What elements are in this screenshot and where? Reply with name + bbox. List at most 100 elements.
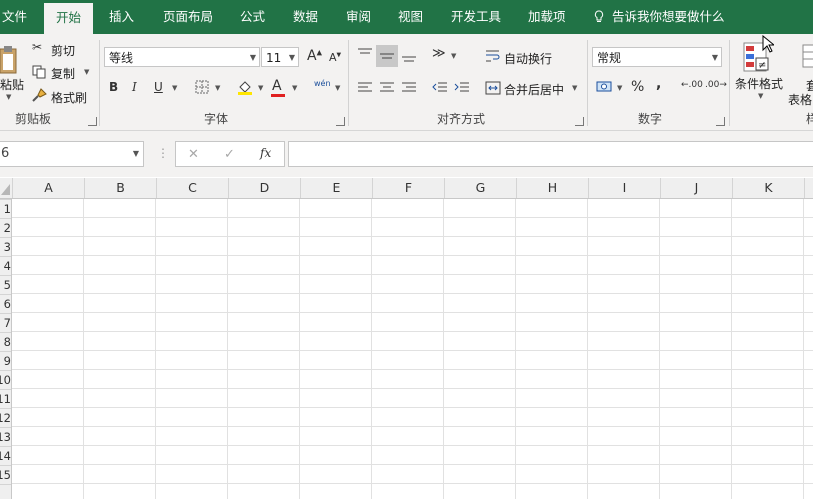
merge-center-button[interactable]: 合并后居中: [504, 81, 564, 98]
accounting-format-icon[interactable]: [596, 80, 612, 94]
row-header[interactable]: 5: [0, 275, 11, 294]
tell-me-search[interactable]: 告诉我你想要做什么: [594, 0, 725, 34]
italic-button[interactable]: I: [132, 81, 137, 93]
row-header[interactable]: 7: [0, 313, 11, 332]
paste-dropdown-icon[interactable]: ▼: [6, 94, 11, 101]
cut-button[interactable]: 剪切: [51, 42, 75, 59]
tab-home[interactable]: 开始: [44, 3, 94, 34]
column-header-e[interactable]: E: [300, 178, 372, 198]
percent-button[interactable]: %: [631, 80, 644, 94]
column-header-c[interactable]: C: [156, 178, 228, 198]
column-header-g[interactable]: G: [444, 178, 516, 198]
increase-decimal-button[interactable]: ←.00: [681, 81, 703, 90]
tab-file[interactable]: 文件: [2, 0, 27, 34]
shrink-font-button[interactable]: A▼: [329, 52, 341, 63]
grow-font-button[interactable]: A▲: [307, 49, 322, 63]
borders-icon[interactable]: [195, 80, 209, 94]
bold-button[interactable]: B: [109, 81, 118, 93]
number-launcher-icon[interactable]: [716, 117, 725, 126]
row-header[interactable]: 3: [0, 237, 11, 256]
wrap-text-button[interactable]: 自动换行: [504, 50, 552, 67]
cell-grid[interactable]: [12, 199, 813, 499]
orientation-icon[interactable]: ≫: [432, 47, 446, 60]
select-all-button[interactable]: [0, 178, 12, 198]
enter-icon[interactable]: ✓: [224, 148, 235, 161]
row-header[interactable]: [0, 484, 11, 499]
copy-dropdown-icon[interactable]: ▼: [84, 69, 89, 76]
accounting-dropdown-icon[interactable]: ▼: [617, 85, 622, 92]
conditional-formatting-button[interactable]: ≠ 条件格式 ▼: [735, 40, 787, 110]
row-header[interactable]: 13: [0, 427, 11, 446]
tab-developer[interactable]: 开发工具: [451, 0, 501, 34]
align-bottom-icon[interactable]: [401, 49, 417, 63]
row-header[interactable]: 12: [0, 408, 11, 427]
column-header-a[interactable]: A: [12, 178, 84, 198]
font-color-dropdown-icon[interactable]: ▼: [292, 85, 297, 92]
merge-dropdown-icon[interactable]: ▼: [572, 85, 577, 92]
comma-style-button[interactable]: ,: [656, 77, 661, 91]
font-size-select[interactable]: 11 ▼: [261, 47, 299, 67]
align-left-icon[interactable]: [357, 81, 373, 95]
align-center-icon[interactable]: [379, 81, 395, 95]
tab-formulas[interactable]: 公式: [240, 0, 265, 34]
scissors-icon: ✂: [32, 40, 43, 54]
column-header-k[interactable]: K: [732, 178, 804, 198]
fill-color-dropdown-icon[interactable]: ▼: [258, 85, 263, 92]
format-painter-button[interactable]: 格式刷: [51, 89, 87, 106]
row-header[interactable]: 14: [0, 446, 11, 465]
row-header[interactable]: 11: [0, 389, 11, 408]
fill-color-icon[interactable]: [237, 79, 253, 95]
increase-indent-icon[interactable]: [454, 81, 470, 95]
more-options-icon[interactable]: ⋮: [157, 147, 169, 159]
column-header-f[interactable]: F: [372, 178, 444, 198]
align-right-icon[interactable]: [401, 81, 417, 95]
alignment-launcher-icon[interactable]: [575, 117, 584, 126]
phonetic-button[interactable]: wén: [314, 80, 331, 88]
format-painter-icon: [32, 88, 47, 102]
cancel-icon[interactable]: ✕: [188, 148, 199, 161]
paste-button[interactable]: 粘贴 ▼: [0, 40, 24, 102]
column-header-partial[interactable]: [804, 178, 813, 198]
format-as-table-bottom: 表格: [788, 93, 813, 107]
borders-dropdown-icon[interactable]: ▼: [215, 85, 220, 92]
row-header[interactable]: 4: [0, 256, 11, 275]
copy-button[interactable]: 复制: [51, 65, 75, 82]
conditional-dropdown-icon[interactable]: ▼: [758, 93, 763, 100]
row-header[interactable]: 6: [0, 294, 11, 313]
tab-addins[interactable]: 加载项: [528, 0, 566, 34]
row-header[interactable]: 1: [0, 199, 11, 218]
tab-insert[interactable]: 插入: [109, 0, 134, 34]
chevron-down-icon[interactable]: ▼: [133, 142, 139, 166]
name-box[interactable]: 6 ▼: [0, 141, 144, 167]
underline-dropdown-icon[interactable]: ▼: [172, 85, 177, 92]
tab-view[interactable]: 视图: [398, 0, 423, 34]
insert-function-icon[interactable]: fx: [260, 147, 271, 159]
column-header-h[interactable]: H: [516, 178, 588, 198]
font-launcher-icon[interactable]: [336, 117, 345, 126]
row-header[interactable]: 8: [0, 332, 11, 351]
decrease-decimal-button[interactable]: .00→: [705, 81, 727, 90]
underline-button[interactable]: U: [154, 81, 163, 93]
tab-review[interactable]: 审阅: [346, 0, 371, 34]
formula-input[interactable]: [288, 141, 813, 167]
decrease-indent-icon[interactable]: [432, 81, 448, 95]
column-header-j[interactable]: J: [660, 178, 732, 198]
number-format-select[interactable]: 常规 ▼: [592, 47, 722, 67]
column-header-b[interactable]: B: [84, 178, 156, 198]
orientation-dropdown-icon[interactable]: ▼: [451, 53, 456, 60]
row-header[interactable]: 2: [0, 218, 11, 237]
font-name-select[interactable]: 等线 ▼: [104, 47, 260, 67]
row-header[interactable]: 10: [0, 370, 11, 389]
format-as-table-button[interactable]: 套 表格: [788, 40, 813, 110]
row-header[interactable]: 9: [0, 351, 11, 370]
tab-data[interactable]: 数据: [293, 0, 318, 34]
tab-page-layout[interactable]: 页面布局: [163, 0, 213, 34]
row-header[interactable]: 15: [0, 465, 11, 484]
phonetic-label: wén: [314, 79, 331, 88]
phonetic-dropdown-icon[interactable]: ▼: [335, 85, 340, 92]
align-top-icon[interactable]: [357, 47, 373, 61]
clipboard-launcher-icon[interactable]: [88, 117, 97, 126]
font-color-button[interactable]: A: [272, 79, 282, 93]
column-header-d[interactable]: D: [228, 178, 300, 198]
column-header-i[interactable]: I: [588, 178, 660, 198]
